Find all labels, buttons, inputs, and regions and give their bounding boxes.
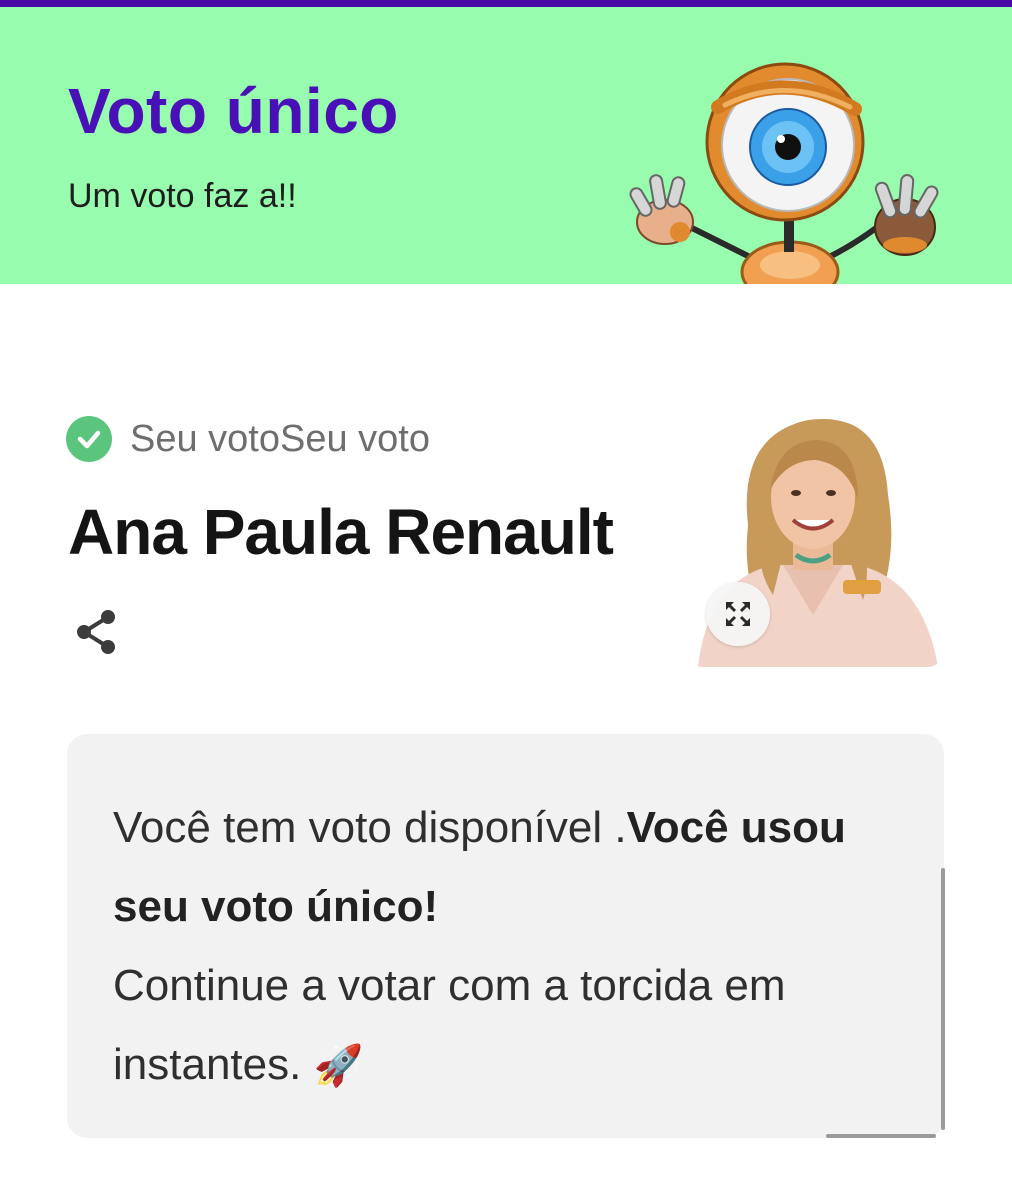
- page: Voto único Um voto faz a!! Seu votoSeu v…: [0, 0, 1012, 1200]
- page-subtitle: Um voto faz a!!: [68, 177, 297, 215]
- card-shadow-edge-bottom: [826, 1134, 936, 1138]
- notice-continue-text: Continue a votar com a torcida em instan…: [113, 961, 786, 1089]
- candidate-name: Ana Paula Renault: [68, 496, 614, 568]
- share-button[interactable]: [70, 604, 122, 660]
- top-accent-strip: [0, 0, 1012, 7]
- rocket-icon: 🚀: [313, 1043, 364, 1089]
- mascot-eye-robot-image: [629, 62, 939, 284]
- vote-status-label: Seu votoSeu voto: [130, 418, 430, 460]
- expand-icon: [726, 602, 750, 626]
- page-title: Voto único: [68, 75, 399, 147]
- check-circle-icon: [66, 416, 112, 462]
- vote-notice-text: Você tem voto disponível .Você usou seu …: [113, 788, 913, 1106]
- header-banner: Voto único Um voto faz a!!: [0, 7, 1012, 284]
- share-icon: [77, 610, 115, 654]
- card-shadow-edge: [941, 868, 945, 1130]
- vote-status-row: Seu votoSeu voto: [66, 416, 430, 462]
- notice-available-text: Você tem voto disponível .: [113, 803, 627, 852]
- expand-photo-button[interactable]: [706, 582, 770, 646]
